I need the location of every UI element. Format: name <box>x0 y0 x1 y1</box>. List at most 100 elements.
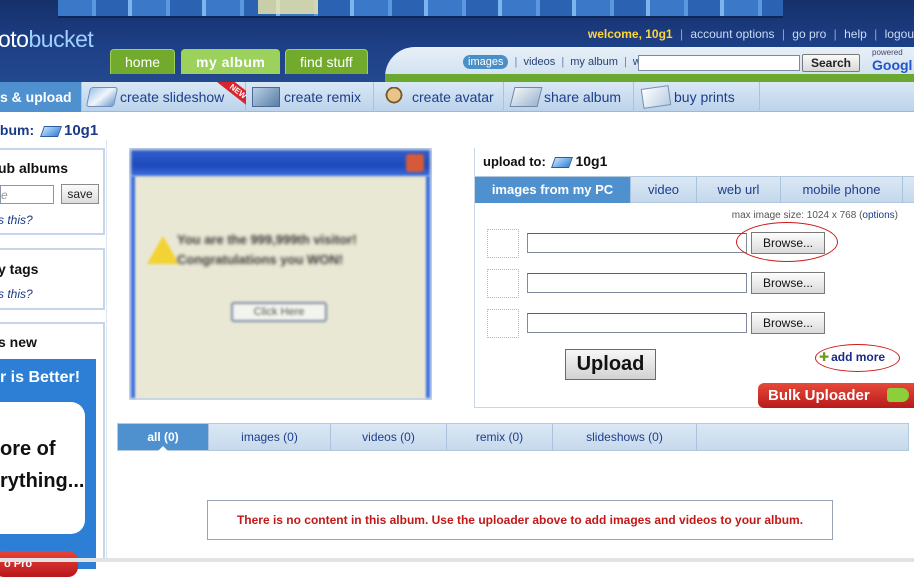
tab-web-url[interactable]: web url <box>697 177 781 203</box>
header-banner-image <box>58 0 783 18</box>
album-stack-icon <box>551 157 574 169</box>
album-toolbar: s & upload create slideshow NEW create r… <box>0 82 914 112</box>
sub-albums-help-link[interactable]: s this? <box>0 213 33 227</box>
tool-upload-label: s & upload <box>0 89 72 105</box>
tool-remix-label: create remix <box>284 89 362 105</box>
album-name: 10g1 <box>64 122 99 139</box>
tool-share-label: share album <box>544 89 622 105</box>
album-stack-icon <box>39 125 63 137</box>
promo-card: ore of rything... <box>0 402 85 534</box>
tab-find-stuff[interactable]: find stuff <box>285 49 368 74</box>
powered-by-text: powered <box>872 48 903 57</box>
search-type-my-album[interactable]: my album <box>570 56 618 68</box>
browse-button-2[interactable]: Browse... <box>751 272 825 294</box>
avatar-icon <box>380 87 408 108</box>
popup-titlebar <box>131 150 430 176</box>
browse-button-3[interactable]: Browse... <box>751 312 825 334</box>
powered-by-google: powered Googl <box>872 48 913 74</box>
filter-tab-remix[interactable]: remix (0) <box>447 424 553 450</box>
tool-buy-prints[interactable]: buy prints <box>634 82 760 112</box>
search-area: images | videos | my album | web Search … <box>385 47 914 82</box>
options-link[interactable]: options <box>862 210 894 221</box>
tool-prints-label: buy prints <box>674 89 735 105</box>
album-label: lbum: <box>0 122 35 138</box>
popup-button: Click Here <box>231 302 327 322</box>
search-button[interactable]: Search <box>802 54 860 72</box>
tab-mobile-phone[interactable]: mobile phone <box>781 177 903 203</box>
file-thumb-1 <box>487 229 519 258</box>
site-logo[interactable]: otobucket <box>0 26 94 53</box>
logo-text: oto <box>0 26 29 52</box>
tool-create-remix[interactable]: create remix <box>246 82 374 112</box>
search-type-videos[interactable]: videos <box>523 56 555 68</box>
warning-icon <box>147 236 179 264</box>
upload-source-tabs: images from my PC video web url mobile p… <box>475 176 914 203</box>
tool-upload[interactable]: s & upload <box>0 82 82 112</box>
filter-tab-images[interactable]: images (0) <box>209 424 331 450</box>
promo-line-1: ore of <box>0 438 56 460</box>
go-pro-link[interactable]: go pro <box>792 27 826 41</box>
prints-icon <box>640 85 672 110</box>
bulk-uploader-button[interactable]: Bulk Uploader <box>758 383 914 408</box>
tab-home[interactable]: home <box>110 49 176 74</box>
tags-title: y tags <box>0 261 39 277</box>
tool-share-album[interactable]: share album <box>504 82 634 112</box>
account-bar: welcome, 10g1 | account options | go pro… <box>587 27 914 41</box>
whats-new-title: s new <box>0 334 37 350</box>
popup-message-line-1: You are the 999,999th visitor! <box>177 232 357 247</box>
upload-header: upload to: 10g1 <box>483 153 607 169</box>
tool-avatar-label: create avatar <box>412 89 494 105</box>
popup-message: You are the 999,999th visitor! Congratul… <box>177 230 357 270</box>
search-type-images[interactable]: images <box>463 55 509 69</box>
sub-albums-panel: ub albums save s this? <box>0 148 105 235</box>
go-pro-promo[interactable]: r is Better! ore of rything... o Pro <box>0 359 96 577</box>
tab-my-album[interactable]: my album <box>181 49 281 74</box>
promo-line-2: rything... <box>0 470 85 492</box>
tags-help-link[interactable]: s this? <box>0 287 33 301</box>
tab-images-from-pc[interactable]: images from my PC <box>475 177 631 203</box>
promo-go-pro-button[interactable]: o Pro <box>0 551 78 577</box>
album-title: lbum: 10g1 <box>0 122 98 139</box>
max-size-end: ) <box>894 210 898 221</box>
red-ellipse-annotation <box>736 222 838 262</box>
promo-title: r is Better! <box>0 369 81 386</box>
upload-panel: upload to: 10g1 images from my PC video … <box>474 148 914 408</box>
share-album-icon <box>509 87 543 108</box>
album-preview-image: You are the 999,999th visitor! Congratul… <box>129 148 432 400</box>
search-input[interactable] <box>638 55 800 71</box>
logo-accent: bucket <box>28 26 94 52</box>
max-size-text: max image size: 1024 x 768 ( <box>731 210 863 221</box>
file-path-input-1[interactable] <box>527 233 747 253</box>
new-badge: NEW <box>212 82 246 112</box>
sub-album-name-input[interactable] <box>0 185 54 204</box>
new-badge-text: NEW <box>217 82 246 110</box>
welcome-text: welcome, 10g1 <box>587 27 673 41</box>
filter-tab-slideshows[interactable]: slideshows (0) <box>553 424 697 450</box>
tool-create-avatar[interactable]: create avatar <box>374 82 504 112</box>
arrow-right-icon <box>887 388 909 402</box>
red-ellipse-annotation <box>815 344 900 372</box>
popup-message-line-2: Congratulations you WON! <box>177 252 344 267</box>
remix-icon <box>252 87 280 108</box>
site-header: otobucket welcome, 10g1 | account option… <box>0 0 914 82</box>
sub-albums-title: ub albums <box>0 160 69 176</box>
help-link[interactable]: help <box>844 27 867 41</box>
empty-album-message: There is no content in this album. Use t… <box>207 500 833 540</box>
filter-tab-all[interactable]: all (0) <box>118 424 209 451</box>
filter-tab-videos[interactable]: videos (0) <box>331 424 447 450</box>
file-thumb-3 <box>487 309 519 338</box>
upload-button[interactable]: Upload <box>565 349 656 380</box>
google-logo: Googl <box>872 57 913 73</box>
close-icon <box>406 154 424 172</box>
bulk-uploader-label: Bulk Uploader <box>768 387 870 404</box>
logout-link[interactable]: logou <box>885 27 914 41</box>
tab-video[interactable]: video <box>631 177 697 203</box>
file-path-input-2[interactable] <box>527 273 747 293</box>
content-filter-tabs: all (0) images (0) videos (0) remix (0) … <box>117 423 909 451</box>
tags-panel: y tags s this? <box>0 248 105 310</box>
file-path-input-3[interactable] <box>527 313 747 333</box>
account-options-link[interactable]: account options <box>690 27 774 41</box>
whats-new-panel: s new r is Better! ore of rything... o P… <box>0 322 105 577</box>
max-image-size: max image size: 1024 x 768 (options) <box>732 210 898 221</box>
save-sub-album-button[interactable]: save <box>61 184 99 204</box>
